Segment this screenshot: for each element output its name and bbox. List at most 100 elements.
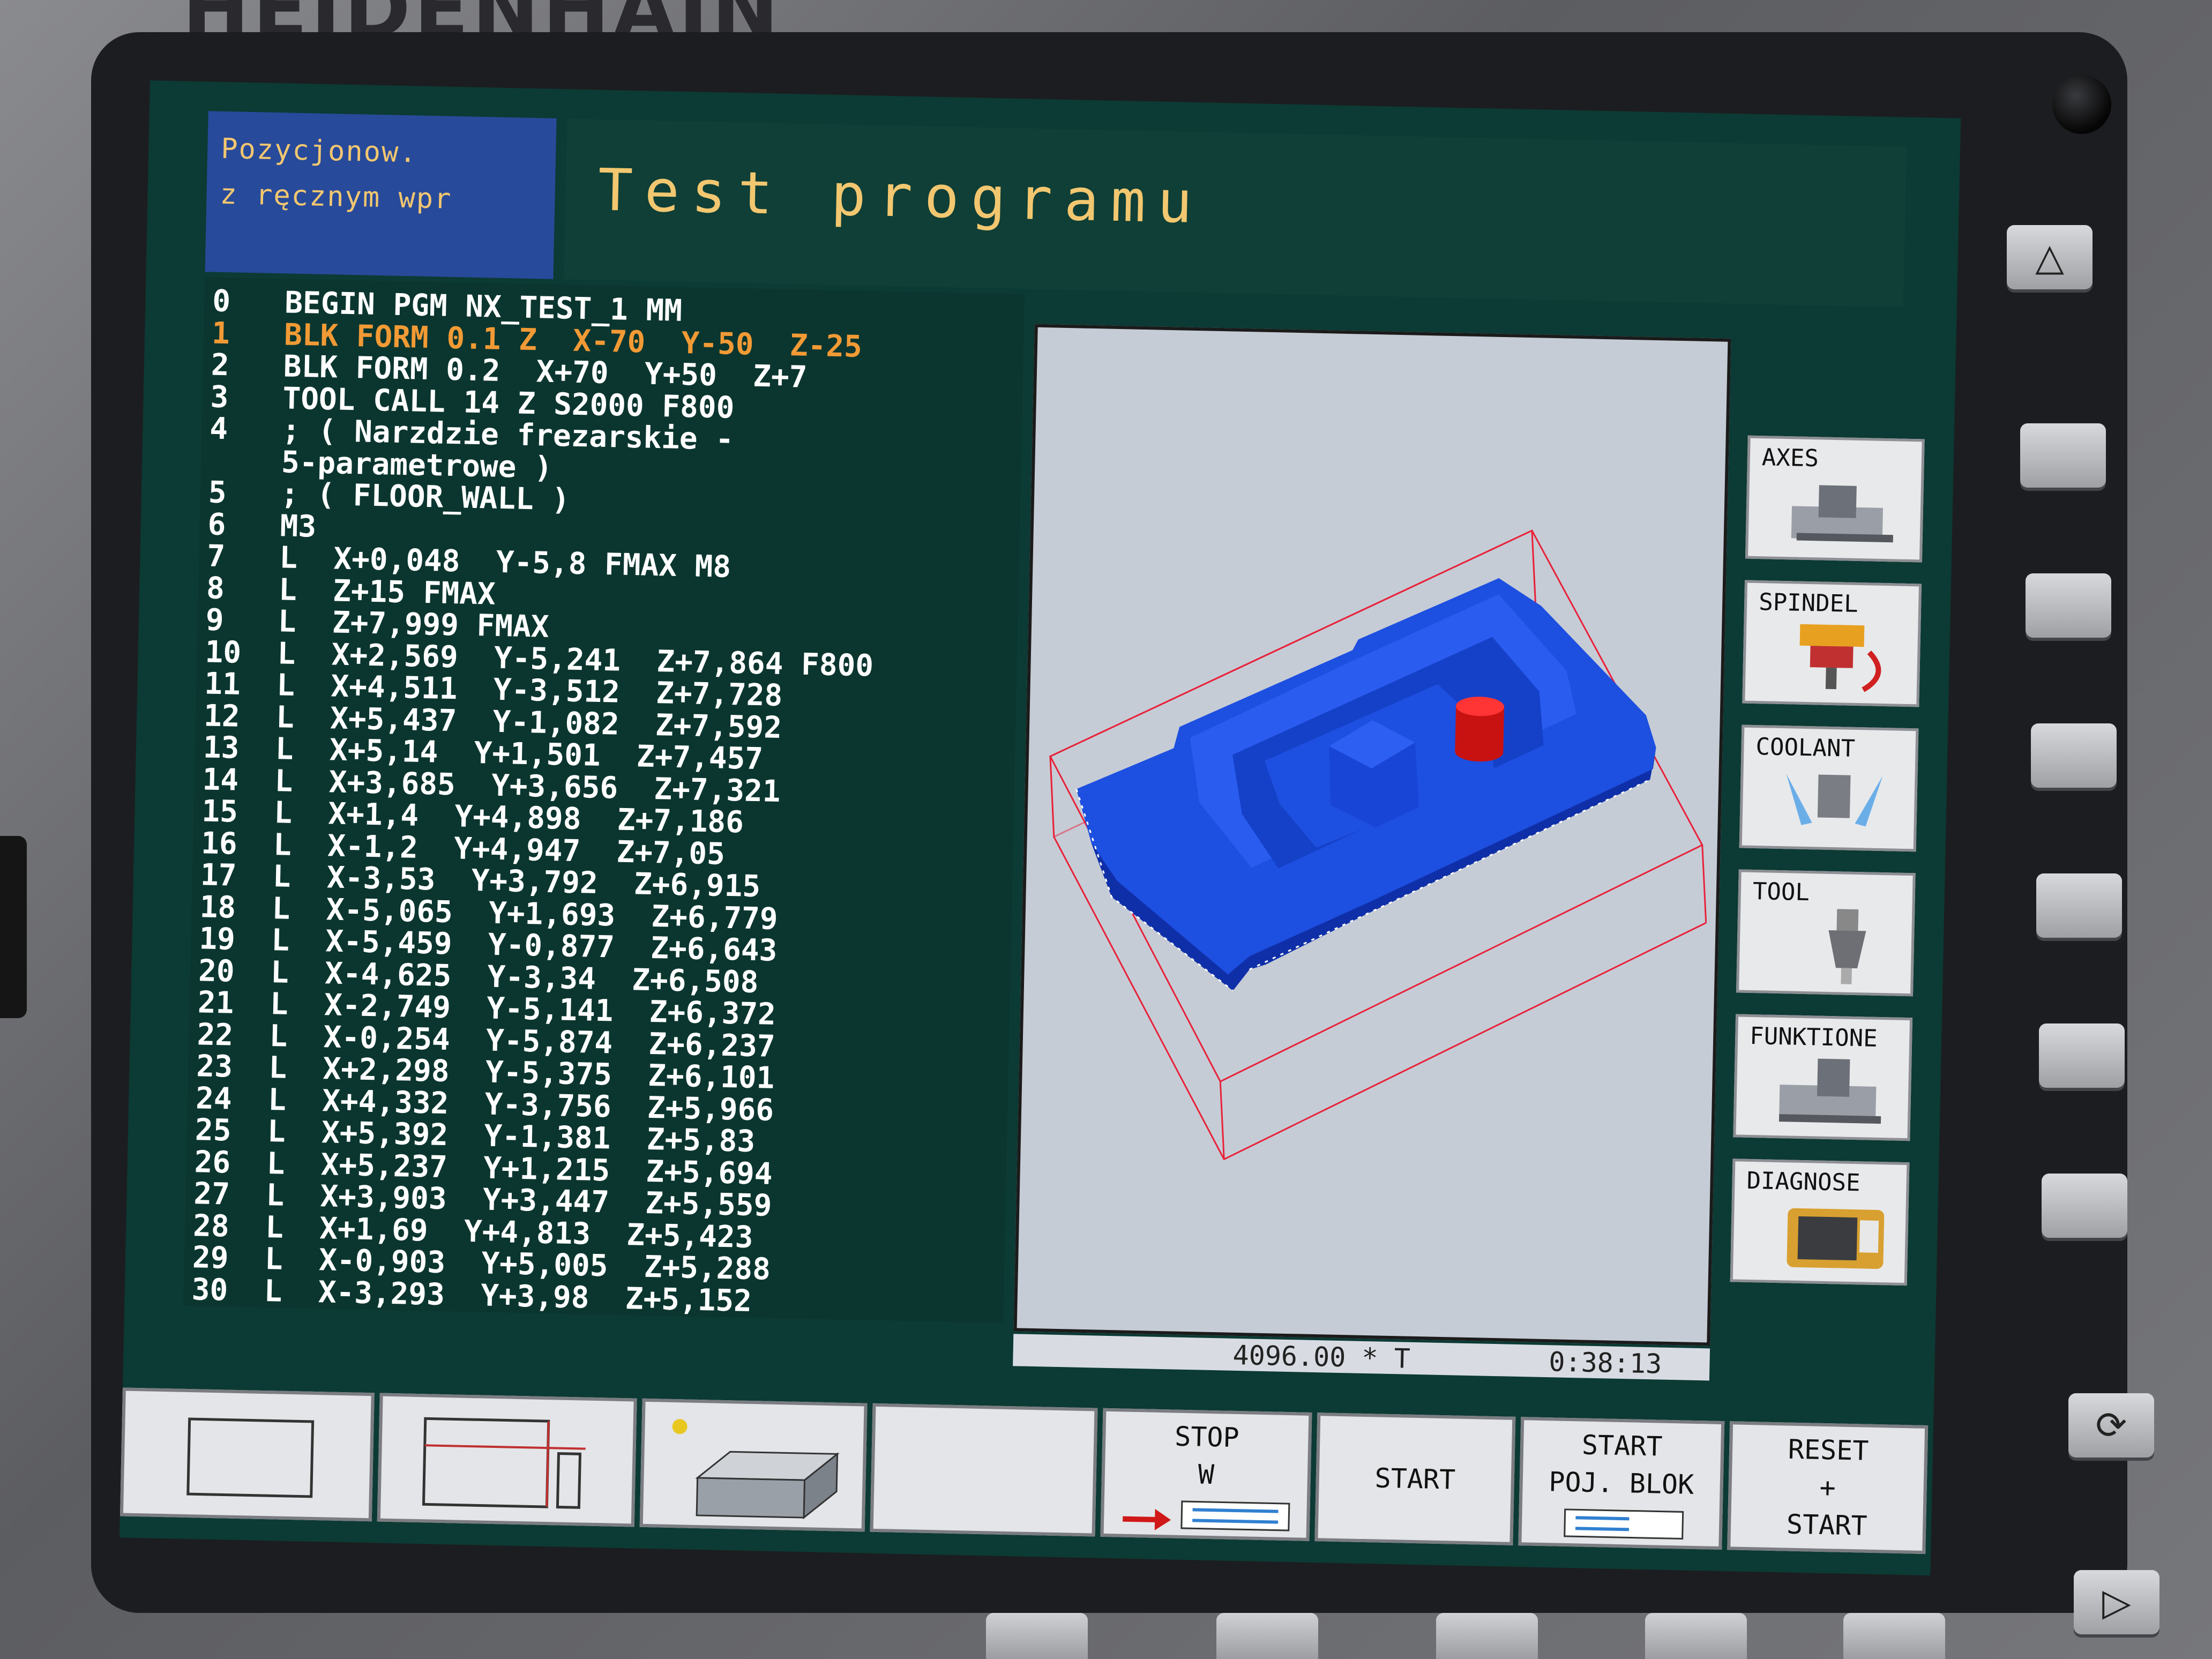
line-number: 9 [205,602,225,638]
coolant-icon [1786,774,1883,827]
line-number: 5 [208,475,227,511]
bottom-key-4[interactable] [1645,1613,1747,1659]
bottom-key-1[interactable] [986,1613,1088,1659]
block-list-icon [1564,1508,1684,1540]
program-line[interactable]: 4; ( Narzdzie frezarskie - [201,411,734,457]
program-line[interactable]: 23 L X+2,298 Y-5,375 Z+6,101 [188,1049,775,1096]
program-listing[interactable]: 0 BEGIN PGM NX_TEST_1 MM 1 BLK FORM 0.1 Z X… [183,277,1025,1323]
line-number: 15 [201,794,238,829]
line-number: 16 [200,825,238,862]
program-line[interactable]: 9L Z+7,999 FMAX [197,602,549,644]
refresh-icon: ⟳ [2095,1403,2127,1447]
machine-mode-line2: z ręcznym wpr [219,178,453,215]
line-number: 8 [206,570,225,606]
simulation-view[interactable] [1013,324,1731,1346]
softkey-view-1[interactable] [119,1387,375,1522]
bottom-key-5[interactable] [1843,1613,1945,1659]
softkey-diagnose[interactable]: DIAGNOSE [1730,1159,1910,1286]
program-line[interactable]: 14 L X+3,685 Y+3,656 Z+7,321 [194,762,781,809]
side-key-1[interactable] [2020,423,2106,488]
softkey-axes[interactable]: AXES [1745,435,1925,563]
softkey-functions[interactable]: FUNKTIONE [1733,1014,1913,1141]
softkey-tool[interactable]: TOOL [1736,869,1916,997]
program-line[interactable]: 18 L X-5,065 Y+1,693 Z+6,779 [191,889,778,937]
program-line[interactable]: 11 L X+4,511 Y-3,512 Z+7,728 [196,666,783,713]
line-number: 17 [200,857,237,893]
line-number: 1 [211,316,230,351]
brightness-knob[interactable] [2052,75,2111,134]
bottom-key-2[interactable] [1216,1613,1318,1659]
machining-time: 0:38:13 [1548,1346,1662,1380]
line-number: 13 [203,730,240,766]
page-up-key[interactable]: △ [2007,225,2093,289]
multimeter-icon [1787,1208,1885,1269]
program-line[interactable]: 8L Z+15 FMAX [198,571,496,611]
program-line[interactable]: 6 M3 [199,507,317,544]
side-key-4[interactable] [2036,873,2122,938]
program-line[interactable]: 21 L X-2,749 Y-5,141 Z+6,372 [189,985,776,1032]
program-line[interactable]: 30 L X-3,293 Y+3,98 Z+5,152 [183,1272,752,1319]
page-title: Test programu [597,156,1205,237]
line-number: 4 [209,411,228,447]
tool-holder-icon [1828,909,1866,984]
line-number: 29 [192,1240,229,1276]
line-number: 12 [203,698,241,734]
line-number: 10 [205,634,242,670]
line-number: 7 [206,539,226,574]
reset-label-1: RESET [1788,1433,1869,1467]
page-next-key[interactable]: ▷ [2074,1570,2159,1634]
softkey-empty[interactable] [870,1403,1098,1537]
program-line[interactable]: 25 L X+5,392 Y-1,381 Z+5,83 [186,1112,755,1159]
softkey-tool-label: TOOL [1752,877,1810,907]
start-block-label-1: START [1581,1429,1663,1462]
program-line[interactable]: 1 BLK FORM 0.1 Z X-70 Y-50 Z-25 [203,316,862,364]
machine-axes-icon [1791,485,1893,543]
start-label: START [1374,1462,1456,1496]
softkey-coolant[interactable]: COOLANT [1739,724,1919,852]
cycle-key[interactable]: ⟳ [2068,1393,2154,1458]
program-line[interactable]: 27 L X+3,903 Y+3,447 Z+5,559 [185,1176,772,1223]
panel-handle [0,836,27,1018]
line-number: 26 [194,1144,231,1180]
workpiece [1075,578,1656,991]
side-key-5[interactable] [2039,1023,2125,1088]
stop-label-1: STOP [1174,1421,1240,1454]
machine-functions-icon [1778,1058,1881,1124]
softkey-functions-label: FUNKTIONE [1749,1022,1878,1052]
program-line[interactable]: 15 L X+1,4 Y+4,898 Z+7,186 [193,794,744,840]
line-number: 30 [191,1272,228,1308]
program-line[interactable]: 3 TOOL CALL 14 Z S2000 F800 [202,379,735,425]
stop-at-block-icon [1123,1500,1290,1531]
line-number: 14 [202,761,239,798]
program-line[interactable]: 20 L X-4,625 Y-3,34 Z+6,508 [190,953,759,1000]
softkey-reset-start[interactable]: RESET + START [1727,1421,1929,1554]
block-3d-icon [672,1419,840,1520]
line-number: 28 [192,1208,230,1244]
softkey-spindle[interactable]: SPINDEL [1742,580,1922,707]
line-number: 3 [210,379,229,415]
feed-readout: 4096.00 * T [1232,1339,1411,1374]
workpiece-3d-graphic [1049,529,1707,1161]
softkey-start[interactable]: START [1314,1413,1516,1545]
side-key-6[interactable] [2042,1174,2127,1238]
line-number: 2 [211,347,230,383]
machine-mode-line1: Pozycjonow. [220,132,418,169]
softkey-view-2[interactable] [377,1393,637,1527]
side-key-2[interactable] [2026,573,2111,638]
line-number: 27 [193,1176,230,1212]
line-code: ; ( FLOOR_WALL ) [280,476,570,518]
line-number: 24 [195,1080,233,1117]
side-key-3[interactable] [2031,723,2117,788]
line-number: 0 [212,283,231,319]
program-line[interactable]: 0 BEGIN PGM NX_TEST_1 MM [204,283,683,328]
softkey-stop[interactable]: STOP W [1100,1408,1312,1541]
stop-label-2: W [1198,1459,1215,1491]
softkey-start-block[interactable]: START POJ. BLOK [1518,1417,1725,1550]
line-number: 21 [197,985,235,1021]
machine-mode-panel[interactable]: Pozycjonow. z ręcznym wpr [205,111,557,279]
softkey-3d-view[interactable] [639,1398,868,1532]
line-number: 18 [199,889,236,925]
reset-label-2: + [1819,1471,1836,1504]
triangle-right-icon: ▷ [2102,1580,2131,1624]
bottom-key-3[interactable] [1436,1613,1538,1659]
